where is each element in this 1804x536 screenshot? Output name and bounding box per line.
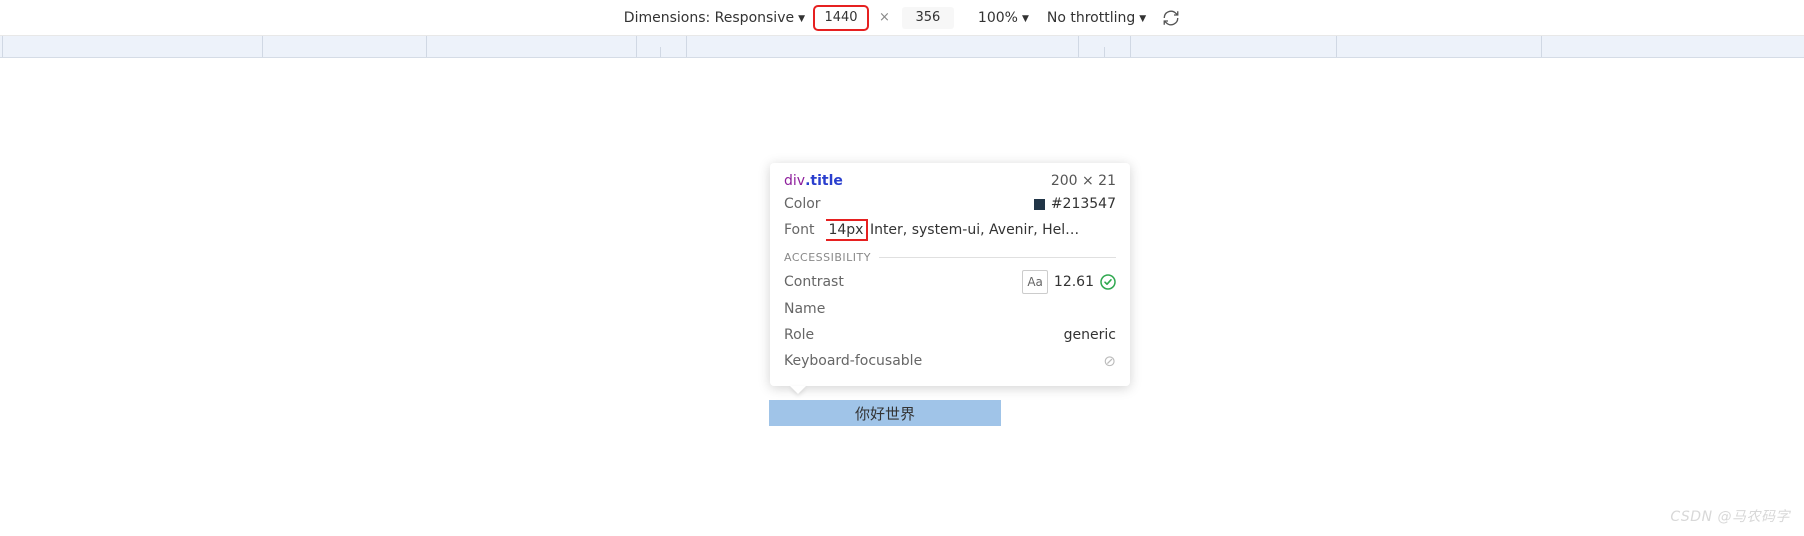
role-row: Role generic (784, 322, 1116, 348)
font-value: 14px Inter, system-ui, Avenir, Helvetic.… (826, 219, 1084, 241)
color-row: Color #213547 (784, 191, 1116, 217)
height-input[interactable] (902, 7, 954, 29)
chevron-down-icon: ▼ (1022, 14, 1029, 24)
class-name: .title (805, 173, 843, 189)
font-label: Font (784, 219, 814, 241)
font-size-value: 14px (826, 222, 865, 238)
keyboard-focusable-row: Keyboard-focusable ⊘ (784, 348, 1116, 374)
accessibility-heading: ACCESSIBILITY (784, 251, 1116, 264)
color-value-wrap: #213547 (1034, 193, 1116, 215)
element-size: 200 × 21 (1051, 173, 1116, 189)
watermark: CSDN @马农码字 (1670, 506, 1790, 526)
color-value: #213547 (1051, 193, 1116, 215)
color-label: Color (784, 193, 821, 215)
name-row: Name (784, 296, 1116, 322)
inspector-tooltip: div.title 200 × 21 Color #213547 Font 14… (770, 163, 1130, 386)
keyboard-focusable-label: Keyboard-focusable (784, 350, 922, 372)
device-toolbar: Dimensions: Responsive ▼ × 100% ▼ No thr… (0, 0, 1804, 36)
role-label: Role (784, 324, 814, 346)
ruler (0, 36, 1804, 58)
contrast-value: 12.61 (1054, 271, 1094, 293)
tooltip-header: div.title 200 × 21 (784, 173, 1116, 189)
font-family-value: Inter, system-ui, Avenir, Helvetic... (870, 222, 1085, 238)
dimensions-dropdown[interactable]: Dimensions: Responsive ▼ (624, 10, 805, 26)
forbidden-icon: ⊘ (1103, 350, 1116, 372)
rotate-icon[interactable] (1162, 9, 1180, 27)
zoom-dropdown[interactable]: 100% ▼ (978, 10, 1029, 26)
contrast-aa-badge: Aa (1022, 270, 1048, 294)
contrast-label: Contrast (784, 271, 844, 293)
name-label: Name (784, 298, 825, 320)
zoom-label: 100% (978, 10, 1018, 26)
contrast-row: Contrast Aa 12.61 (784, 268, 1116, 296)
chevron-down-icon: ▼ (798, 14, 805, 24)
font-row: Font 14px Inter, system-ui, Avenir, Helv… (784, 217, 1116, 243)
role-value: generic (1064, 324, 1116, 346)
color-swatch-icon (1034, 199, 1045, 210)
contrast-value-wrap: Aa 12.61 (1022, 270, 1116, 294)
chevron-down-icon: ▼ (1139, 14, 1146, 24)
dimension-separator: × (879, 10, 890, 25)
check-circle-icon (1100, 274, 1116, 290)
highlighted-element[interactable]: 你好世界 (769, 400, 1001, 426)
element-text: 你好世界 (855, 403, 915, 424)
throttling-label: No throttling (1047, 10, 1135, 26)
tag-name: div (784, 173, 805, 189)
width-input[interactable] (815, 7, 867, 29)
tooltip-pointer-icon (790, 386, 806, 394)
throttling-dropdown[interactable]: No throttling ▼ (1047, 10, 1146, 26)
dimensions-label: Dimensions: Responsive (624, 10, 794, 26)
element-selector: div.title (784, 173, 843, 189)
